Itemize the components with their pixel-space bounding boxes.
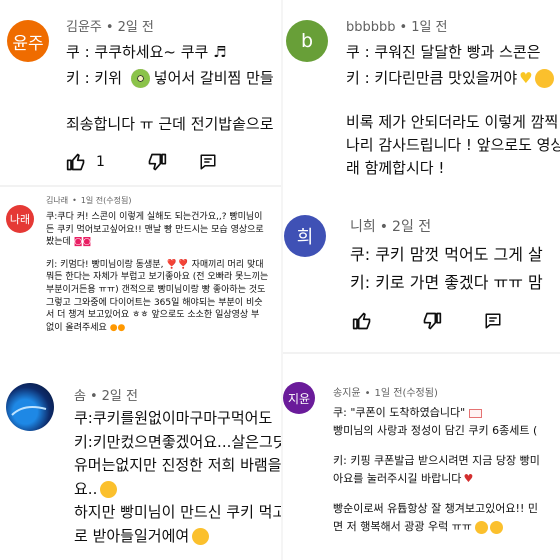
comment-line: 면 저 행복해서 광광 우럭 ㅠㅠ: [333, 518, 540, 536]
author-name[interactable]: bbbbbb: [346, 20, 396, 35]
comment-line: 키: 키로 가면 좋겠다 ㅠㅠ 맘: [350, 273, 543, 292]
comment-line: 키 : 키위 넣어서 갈비찜 만들: [66, 69, 274, 88]
comment-actions: 1: [66, 152, 217, 172]
wave-image: [11, 406, 47, 416]
heart-emoji: ♥: [519, 69, 533, 87]
avatar-label: 나래: [9, 213, 31, 226]
comment-line: 나리 감사드립니다 ! 앞으로도 영상: [346, 136, 560, 154]
avatar[interactable]: 나래: [6, 205, 34, 233]
comment-line: 키: 키핑 쿠폰발급 받으시려면 지금 당장 빵미: [333, 454, 540, 467]
comment-line: 비록 제가 안되더라도 이렇게 깜찍: [346, 113, 559, 131]
avatar-label: 윤주: [12, 33, 44, 54]
kiwi-emoji: [130, 69, 150, 88]
comment-meta: 김나래 • 1일 전(수정됨): [46, 196, 132, 205]
avatar[interactable]: 윤주: [7, 20, 49, 62]
dislike-button[interactable]: [147, 152, 167, 172]
comment-line: 쿠 : 쿠워진 달달한 빵과 스콘은: [346, 43, 541, 61]
comment-card-4: 희 니희 • 2일 전 쿠: 쿠키 맘껏 먹어도 그게 살 키: 키로 가면 좋겠다…: [283, 185, 560, 350]
comment-line: 래 함께합시다 !: [346, 159, 445, 177]
comment-body: 쿠:쿠다 커! 스콘이 이렇게 실해도 되는건가요,,? 빵미님이 든 쿠키 먹…: [46, 211, 268, 334]
timestamp: 2일 전: [392, 219, 432, 235]
avatar[interactable]: 희: [284, 215, 326, 257]
comment-actions: [352, 311, 502, 331]
comment-line: 뭐든 한다는 자체가 부럽고 보기좋아요 (전 오빠라 못느끼는: [46, 272, 269, 283]
reply-button[interactable]: [199, 153, 217, 171]
comment-line: 부분이거든용 ㅠㅠ) 갠적으로 빵미님이랑 빵 좋아하는 것도: [46, 284, 266, 295]
author-name[interactable]: 송지윤: [333, 388, 361, 399]
timestamp: 1일 전: [411, 20, 448, 35]
timestamp: 1일 전(수정됨): [374, 388, 438, 399]
avatar[interactable]: b: [286, 20, 328, 62]
comment-body: 쿠: "쿠폰이 도착하였습니다" 빵미님의 사랑과 정성이 담긴 쿠키 6종세트…: [333, 404, 540, 536]
author-name[interactable]: 김윤주: [66, 20, 102, 35]
love-emoji: ●●: [109, 322, 126, 333]
thumb-up-icon: [352, 312, 371, 330]
avatar[interactable]: 지윤: [283, 382, 315, 414]
comment-line: 그렇고 그와중에 다이어트는 365일 해야되는 부분이 비슷: [46, 297, 263, 308]
comment-line: 쿠:쿠키를원없이마구마구먹어도: [74, 409, 273, 427]
comment-line: 쿠: "쿠폰이 도착하였습니다": [333, 404, 540, 422]
comment-card-6: 지윤 송지윤 • 1일 전(수정됨) 쿠: "쿠폰이 도착하였습니다" 빵미님의 사…: [283, 352, 560, 560]
reply-button[interactable]: [484, 312, 502, 330]
comment-line: 없이 올려주세요 ●●: [46, 322, 126, 333]
heart-emoji: ♥: [463, 472, 474, 485]
comment-card-5: 솜 • 2일 전 쿠:쿠키를원없이마구마구먹어도 키:키만컸으면좋겠어요...살은그…: [0, 372, 281, 560]
crying-emoji: [489, 520, 503, 534]
timestamp: 2일 전: [101, 389, 138, 404]
comment-body: 쿠:쿠키를원없이마구마구먹어도 키:키만컸으면좋겠어요...살은그딧 유머는없지…: [74, 407, 281, 548]
comment-card-3: 나래 김나래 • 1일 전(수정됨) 쿠:쿠다 커! 스콘이 이렇게 실해도 되는건…: [0, 185, 281, 370]
thumb-up-icon: [66, 153, 85, 171]
like-count: 1: [96, 154, 105, 170]
comment-card-2: b bbbbbb • 1일 전 쿠 : 쿠워진 달달한 빵과 스콘은 키 : 키다린…: [283, 0, 560, 183]
author-name[interactable]: 니희: [350, 219, 376, 235]
comment-line: 쿠 : 쿠쿠하세요~ 쿠쿠 ♬: [66, 43, 227, 61]
comment-meta: 니희 • 2일 전: [350, 219, 432, 235]
comment-meta: 김윤주 • 2일 전: [66, 20, 154, 35]
crying-emoji: [100, 480, 118, 498]
avatar-label: 희: [296, 227, 314, 248]
author-name[interactable]: 솜: [74, 389, 86, 404]
reply-icon: [200, 154, 216, 170]
crying-emoji: [474, 520, 488, 534]
comment-line: 키: 키멈다! 빵미님이랑 동생분, ❣️❣️ 자매끼리 머리 맞대: [46, 259, 264, 270]
comment-line: 빵미님의 사랑과 정성이 담긴 쿠키 6종세트 (: [333, 424, 538, 437]
avatar-label: 지윤: [287, 391, 311, 406]
thumb-down-icon: [423, 312, 442, 330]
comment-meta: bbbbbb • 1일 전: [346, 20, 448, 35]
comment-line: 키 : 키다린만큼 맛있을꺼야 ♥: [346, 67, 554, 88]
reply-icon: [485, 313, 501, 329]
comment-meta: 솜 • 2일 전: [74, 389, 138, 404]
like-button[interactable]: [352, 311, 372, 331]
thumb-down-icon: [148, 153, 167, 171]
comment-line: 요..: [74, 478, 281, 502]
smile-emoji: [534, 69, 554, 88]
comment-line: 죄송합니다 ㅠ 근데 전기밥솥으로: [66, 115, 274, 133]
comment-line: 아요를 눌러주시길 바랍니다 ♥: [333, 472, 474, 485]
comment-line: 로 받아들일거에여: [74, 525, 281, 549]
tongue-emoji: [192, 527, 210, 545]
author-name[interactable]: 김나래: [46, 196, 68, 205]
comment-meta: 송지윤 • 1일 전(수정됨): [333, 388, 438, 399]
dislike-button[interactable]: [422, 311, 442, 331]
avatar[interactable]: [6, 383, 54, 431]
face-emoji: ◙◙: [73, 237, 92, 248]
comment-card-1: 윤주 김윤주 • 2일 전 쿠 : 쿠쿠하세요~ 쿠쿠 ♬ 키 : 키위 넣어서 갈…: [0, 0, 281, 183]
comment-line: 든 쿠키 먹어보고싶어요!! 맨날 빵 만드시는 모습 영상으로: [46, 224, 264, 235]
like-button[interactable]: 1: [66, 152, 105, 172]
comment-line: 쿠: 쿠키 맘껏 먹어도 그게 살: [350, 245, 543, 264]
comment-line: 봤는데 ◙◙: [46, 237, 92, 248]
avatar-label: b: [300, 30, 314, 52]
timestamp: 1일 전(수정됨): [80, 196, 132, 205]
comment-line: 서 더 챙겨 보고있어요 ㅎㅎ 앞으로도 소소한 일상영상 부: [46, 310, 260, 321]
timestamp: 2일 전: [117, 20, 154, 35]
comment-line: 쿠:쿠다 커! 스콘이 이렇게 실해도 되는건가요,,? 빵미님이: [46, 212, 263, 222]
mail-icon: [468, 408, 482, 418]
comment-line: 유머는없지만 진정한 저희 바램을: [74, 456, 281, 474]
comment-line: 빵순이로써 유튭항상 잘 챙겨보고있어요!! 민: [333, 502, 538, 515]
collage-divider: [281, 0, 283, 560]
comment-line: 하지만 빵미님이 만드신 쿠키 먹고: [74, 503, 281, 521]
comment-line: 키:키만컸으면좋겠어요...살은그딧: [74, 432, 281, 451]
